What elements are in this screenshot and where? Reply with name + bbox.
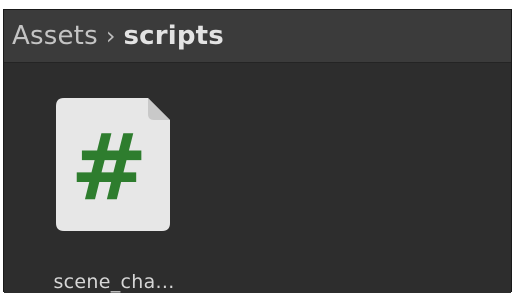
asset-item[interactable]: # scene_cha...	[34, 90, 204, 293]
breadcrumb: Assets › scripts	[4, 10, 511, 63]
asset-label: scene_cha...	[53, 271, 175, 293]
breadcrumb-scripts[interactable]: scripts	[123, 21, 224, 51]
project-window: Assets › scripts # scene_cha...	[3, 9, 512, 293]
hash-glyph: #	[70, 114, 147, 221]
csharp-script-icon: #	[56, 98, 170, 231]
asset-grid: # scene_cha...	[4, 63, 511, 293]
chevron-right-icon: ›	[105, 22, 116, 50]
breadcrumb-assets[interactable]: Assets	[12, 21, 98, 51]
